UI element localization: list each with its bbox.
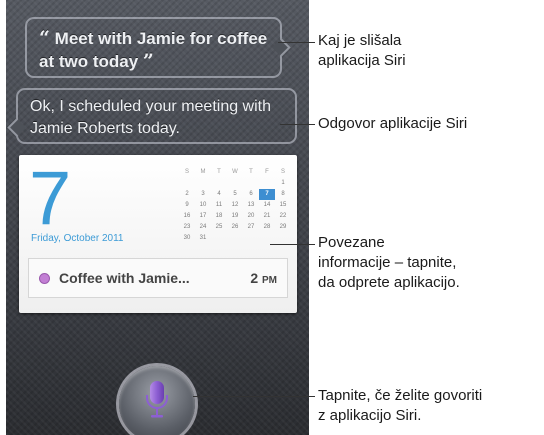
weekday-header: T (217, 169, 221, 175)
calendar-day: 28 (263, 224, 271, 230)
calendar-day: 9 (185, 202, 189, 208)
calendar-day (179, 178, 195, 189)
calendar-day: 11 (215, 202, 223, 208)
calendar-day-selected: 7 (259, 189, 275, 200)
siri-response-text: Ok, I scheduled your meeting with Jamie … (30, 98, 272, 137)
siri-screen: “ Meet with Jamie for coffee at two toda… (6, 0, 309, 435)
calendar-week-row: 2 3 4 5 678 (179, 189, 291, 200)
calendar-weeks: 1 2 3 4 5 6 7 8 9 10 11 12 13 14 15 16 17 18 19 20 21 22 23 24 2… (179, 178, 291, 244)
calendar-day (259, 178, 275, 189)
calendar-color-dot (39, 273, 50, 284)
callout-line: aplikacija Siri (318, 52, 406, 69)
calendar-day: 16 (183, 213, 191, 219)
calendar-day (227, 178, 243, 189)
calendar-day: 30 (183, 235, 191, 241)
siri-response-bubble: Ok, I scheduled your meeting with Jamie … (16, 88, 297, 144)
leader-line-mic (193, 396, 315, 397)
calendar-card[interactable]: 7 Friday, October 2011 S M T W T F S 123… (19, 155, 297, 313)
calendar-week-row: 9 10 11 12 13 14 15 (179, 200, 291, 211)
calendar-day: 17 (199, 213, 207, 219)
callout-mic: Tapnite, če želite govoriti z aplikacijo… (318, 386, 482, 426)
calendar-day: 19 (231, 213, 239, 219)
leader-line-response (280, 124, 315, 125)
calendar-day: 14 (263, 202, 271, 208)
calendar-day: 26 (231, 224, 239, 230)
calendar-day (227, 233, 243, 244)
callout-line: informacije – tapnite, (318, 254, 457, 271)
calendar-day: 27 (247, 224, 255, 230)
calendar-day: 20 (247, 213, 255, 219)
event-hour: 2 (250, 270, 259, 286)
calendar-day: 25 (215, 224, 223, 230)
calendar-week-row: 16 17 18 19 20 21 22 (179, 211, 291, 222)
calendar-week-row: 30 31 (179, 233, 291, 244)
callout-request: Kaj je slišala aplikacija Siri (318, 31, 406, 71)
event-row[interactable]: Coffee with Jamie... 2 PM (28, 258, 288, 298)
calendar-day (211, 178, 227, 189)
calendar-day: 4 (217, 191, 221, 197)
event-time: 2 PM (250, 270, 277, 286)
calendar-day: 6 (249, 191, 253, 197)
big-day-number: 7 (29, 156, 72, 241)
calendar-week-row: 23 24 25 26 27 28 29 (179, 222, 291, 233)
calendar-day (243, 233, 259, 244)
weekday-header: S (184, 169, 189, 175)
calendar-day: 3 (201, 191, 205, 197)
event-meridiem: PM (262, 275, 277, 286)
weekday-header: W (232, 169, 238, 175)
calendar-day: 31 (199, 235, 207, 241)
calendar-day: 22 (279, 213, 287, 219)
callout-info: Povezane informacije – tapnite, da odpre… (318, 233, 460, 293)
callout-line: Kaj je slišala (318, 32, 402, 49)
calendar-day: 10 (199, 202, 207, 208)
callout-line: da odprete aplikacijo. (318, 274, 460, 291)
date-label: Friday, October 2011 (31, 233, 124, 244)
callout-line: z aplikacijo Siri. (318, 407, 422, 424)
calendar-day: 29 (279, 224, 287, 230)
callout-line: Tapnite, če želite govoriti (318, 387, 483, 404)
event-title: Coffee with Jamie... (59, 270, 190, 286)
calendar-day (211, 233, 227, 244)
calendar-week-row: 1 (179, 178, 291, 189)
calendar-day: 13 (247, 202, 255, 208)
close-quote: ” (142, 50, 154, 72)
weekday-header: F (265, 169, 269, 175)
user-request-bubble: “ Meet with Jamie for coffee at two toda… (25, 17, 282, 78)
callout-response: Odgovor aplikacije Siri (318, 114, 467, 134)
calendar-day: 12 (231, 202, 239, 208)
microphone-icon (146, 381, 168, 418)
mini-calendar: S M T W T F S 1 2 3 4 5 6 7 8 9 10 11 12 13 14 15 16 17 1… (179, 167, 291, 244)
weekday-header: T (249, 169, 253, 175)
open-quote: “ (39, 27, 50, 49)
calendar-day: 18 (215, 213, 223, 219)
calendar-day: 15 (279, 202, 287, 208)
calendar-day: 1 (281, 180, 285, 186)
calendar-day: 24 (199, 224, 207, 230)
callout-line: Povezane (318, 234, 385, 251)
calendar-day: 23 (183, 224, 191, 230)
weekday-header: S (280, 169, 285, 175)
leader-line-request (278, 42, 315, 43)
calendar-day (275, 233, 291, 244)
weekday-header-row: S M T W T F S (179, 167, 291, 178)
microphone-button[interactable] (119, 366, 195, 435)
calendar-day: 5 (233, 191, 237, 197)
calendar-day: 21 (263, 213, 271, 219)
leader-line-info (270, 244, 315, 245)
calendar-day (195, 178, 211, 189)
weekday-header: M (200, 169, 206, 175)
calendar-day (259, 233, 275, 244)
calendar-day: 8 (281, 191, 285, 197)
callout-line: Odgovor aplikacije Siri (318, 115, 468, 132)
calendar-day (243, 178, 259, 189)
calendar-day: 2 (185, 191, 189, 197)
